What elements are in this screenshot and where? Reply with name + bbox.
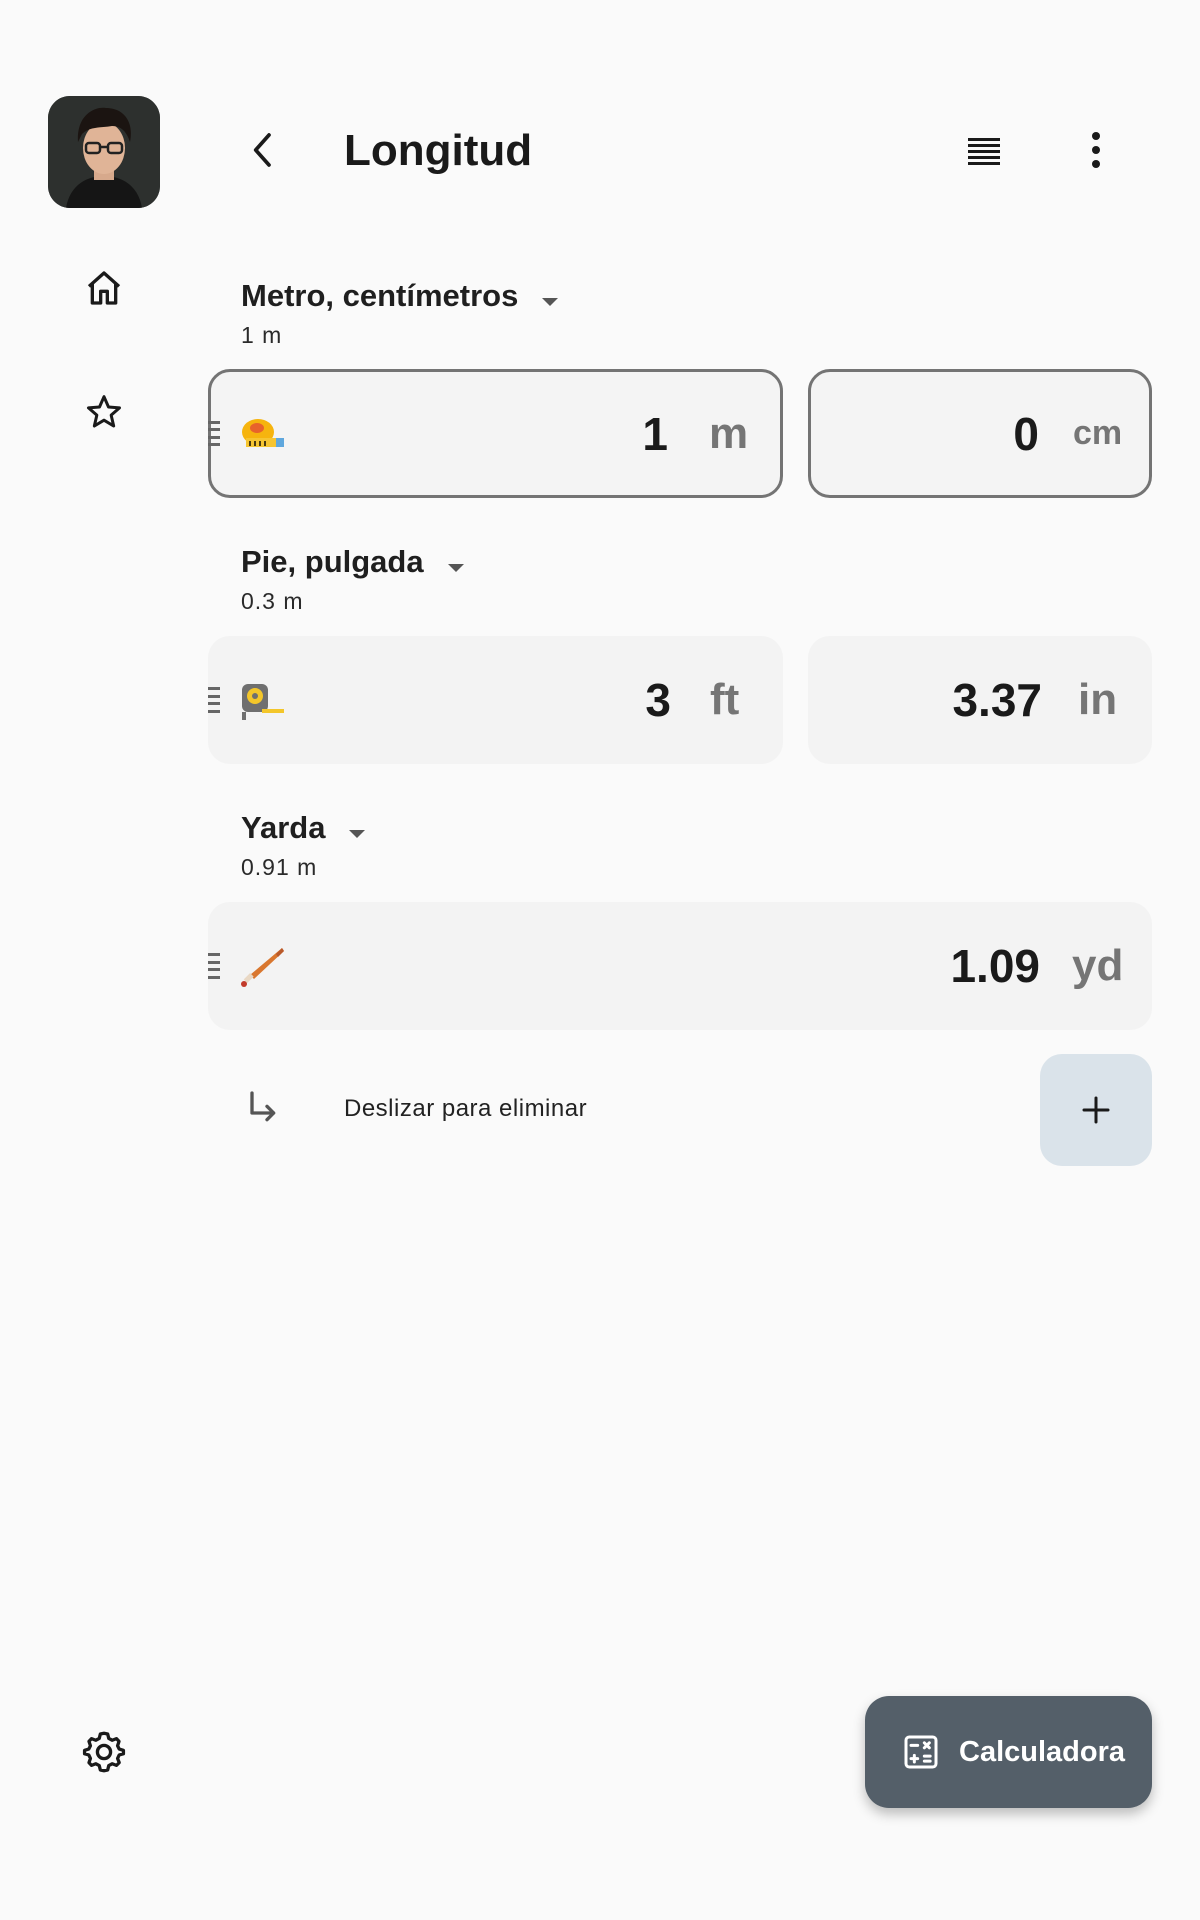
drag-handle-icon[interactable] [208,687,222,713]
add-unit-button[interactable] [1040,1054,1152,1166]
unit-subtitle: 1 m [241,322,283,348]
home-button[interactable] [72,256,136,320]
swipe-arrow-icon [242,1088,282,1128]
pulgada-input-field[interactable]: 3.37 in [808,636,1152,764]
metro-value: 1 [642,407,668,460]
drag-handle-icon[interactable] [208,953,222,979]
unit-selector-pie[interactable]: Pie, pulgada [241,542,464,582]
favorites-button[interactable] [72,380,136,444]
pulgada-value: 3.37 [952,674,1042,726]
centimetros-input-field[interactable]: 0 cm [808,369,1152,498]
dropdown-arrow-icon [447,564,464,572]
measuring-tape-icon [242,418,284,447]
unit-selector-yarda[interactable]: Yarda [241,808,366,848]
unit-name: Yarda [241,810,326,845]
tape-measure-icon [242,684,284,720]
yarda-unit: yd [1072,941,1124,990]
unit-subtitle: 0.91 m [241,854,318,880]
dropdown-arrow-icon [349,830,366,838]
swipe-hint-text: Deslizar para eliminar [344,1095,588,1122]
settings-button[interactable] [72,1720,136,1784]
reorder-button[interactable] [952,118,1016,182]
calculator-label: Calculadora [959,1735,1125,1768]
pulgada-unit: in [1078,675,1118,724]
calculator-fab[interactable]: Calculadora [865,1696,1152,1808]
chevron-left-icon [253,133,271,167]
centimetros-value: 0 [1013,407,1039,460]
more-options-button[interactable] [1064,118,1128,182]
back-button[interactable] [232,118,296,182]
star-icon [87,395,121,428]
unit-subtitle: 0.3 m [241,588,304,614]
baseball-bat-icon [241,948,284,987]
unit-name: Metro, centímetros [241,278,519,313]
calculator-icon [904,1735,938,1769]
plus-icon [1082,1096,1110,1124]
home-icon [87,271,121,305]
yarda-value: 1.09 [950,940,1040,992]
metro-unit: m [709,408,749,458]
pie-unit: ft [710,675,740,724]
drag-handle-icon[interactable] [208,420,222,447]
pie-input-field[interactable]: 3 ft [208,636,783,764]
more-vert-icon [1092,132,1100,168]
yarda-input-field[interactable]: 1.09 yd [208,902,1152,1030]
dropdown-arrow-icon [542,298,559,306]
gear-icon [82,1731,126,1773]
unit-name: Pie, pulgada [241,544,424,579]
unit-selector-metro[interactable]: Metro, centímetros [241,276,559,316]
centimetros-unit: cm [1073,414,1123,452]
avatar[interactable] [48,96,160,208]
metro-input-field[interactable]: 1 m [208,369,783,498]
list-icon [968,138,1000,165]
pie-value: 3 [645,674,671,726]
page-title: Longitud [344,126,533,175]
